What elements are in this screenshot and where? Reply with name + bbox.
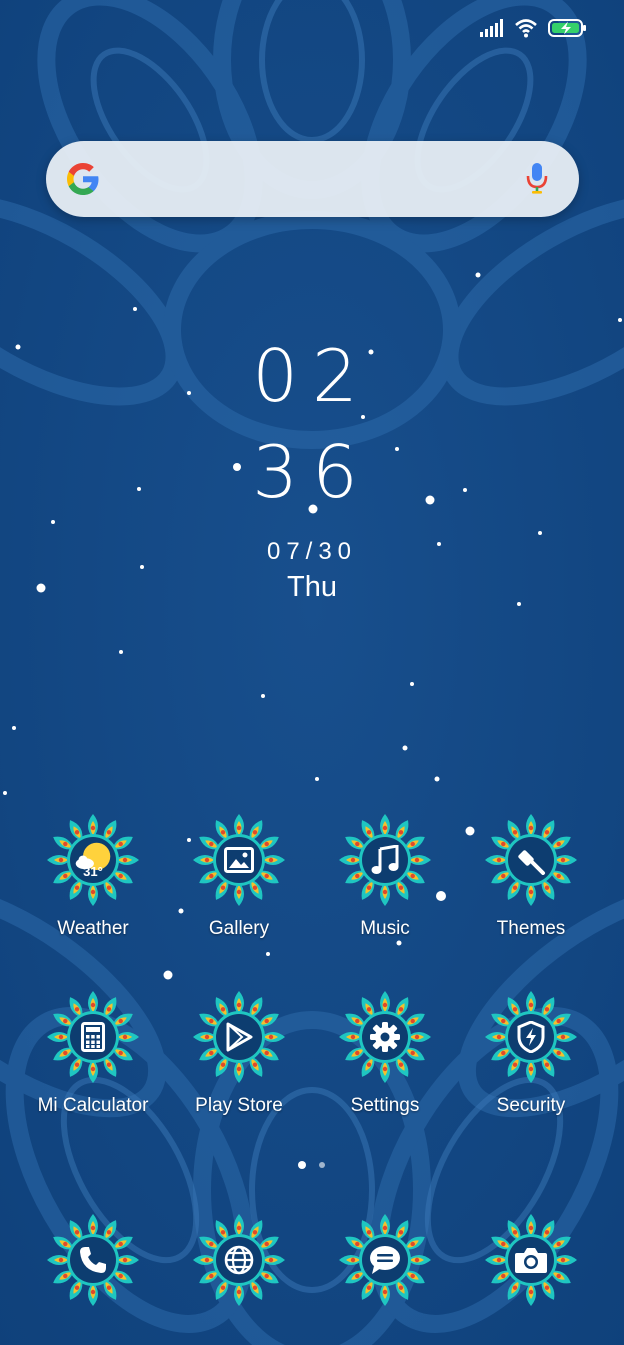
dock-browser[interactable] <box>166 1212 312 1308</box>
app-mi-calculator[interactable]: Mi Calculator <box>20 989 166 1117</box>
app-label: Play Store <box>195 1095 283 1116</box>
message-icon[interactable] <box>337 1212 433 1308</box>
themes-icon[interactable] <box>483 812 579 908</box>
search-bar[interactable] <box>46 141 579 217</box>
mic-icon[interactable] <box>525 161 549 202</box>
settings-icon[interactable] <box>337 989 433 1085</box>
app-label: Gallery <box>208 918 270 939</box>
app-gallery[interactable]: Gallery <box>166 812 312 940</box>
app-label: Weather <box>57 918 129 939</box>
signal-bars-icon <box>480 19 504 37</box>
gallery-icon[interactable] <box>191 812 287 908</box>
app-label: Settings <box>350 1095 420 1116</box>
weather-temperature: 31° <box>83 864 103 879</box>
app-music[interactable]: Music <box>312 812 458 940</box>
clock-minutes[interactable]: 36 <box>0 436 624 508</box>
security-icon[interactable] <box>483 989 579 1085</box>
battery-charging-icon <box>548 18 588 38</box>
play-store-icon[interactable] <box>191 989 287 1085</box>
wifi-icon <box>514 18 538 38</box>
clock-date: 07/30 <box>266 538 358 565</box>
app-themes[interactable]: Themes <box>458 812 604 940</box>
app-label: Music <box>360 918 410 939</box>
app-label: Mi Calculator <box>37 1095 149 1116</box>
music-icon[interactable] <box>337 812 433 908</box>
status-bar <box>480 14 588 42</box>
calculator-icon[interactable] <box>45 989 141 1085</box>
app-settings[interactable]: Settings <box>312 989 458 1117</box>
clock-hours[interactable]: 02 <box>0 340 624 412</box>
clock-weekday: Thu <box>287 571 337 603</box>
google-g-icon[interactable] <box>65 161 101 202</box>
app-play-store[interactable]: Play Store <box>166 989 312 1117</box>
dock-messaging[interactable] <box>312 1212 458 1308</box>
app-label: Security <box>496 1095 566 1116</box>
app-weather[interactable]: 31° Weather <box>20 812 166 940</box>
app-label: Themes <box>496 918 566 939</box>
dock-phone[interactable] <box>20 1212 166 1308</box>
camera-icon[interactable] <box>483 1212 579 1308</box>
phone-icon[interactable] <box>45 1212 141 1308</box>
globe-icon[interactable] <box>191 1212 287 1308</box>
app-security[interactable]: Security <box>458 989 604 1117</box>
weather-icon[interactable]: 31° <box>45 812 141 908</box>
dock-camera[interactable] <box>458 1212 604 1308</box>
